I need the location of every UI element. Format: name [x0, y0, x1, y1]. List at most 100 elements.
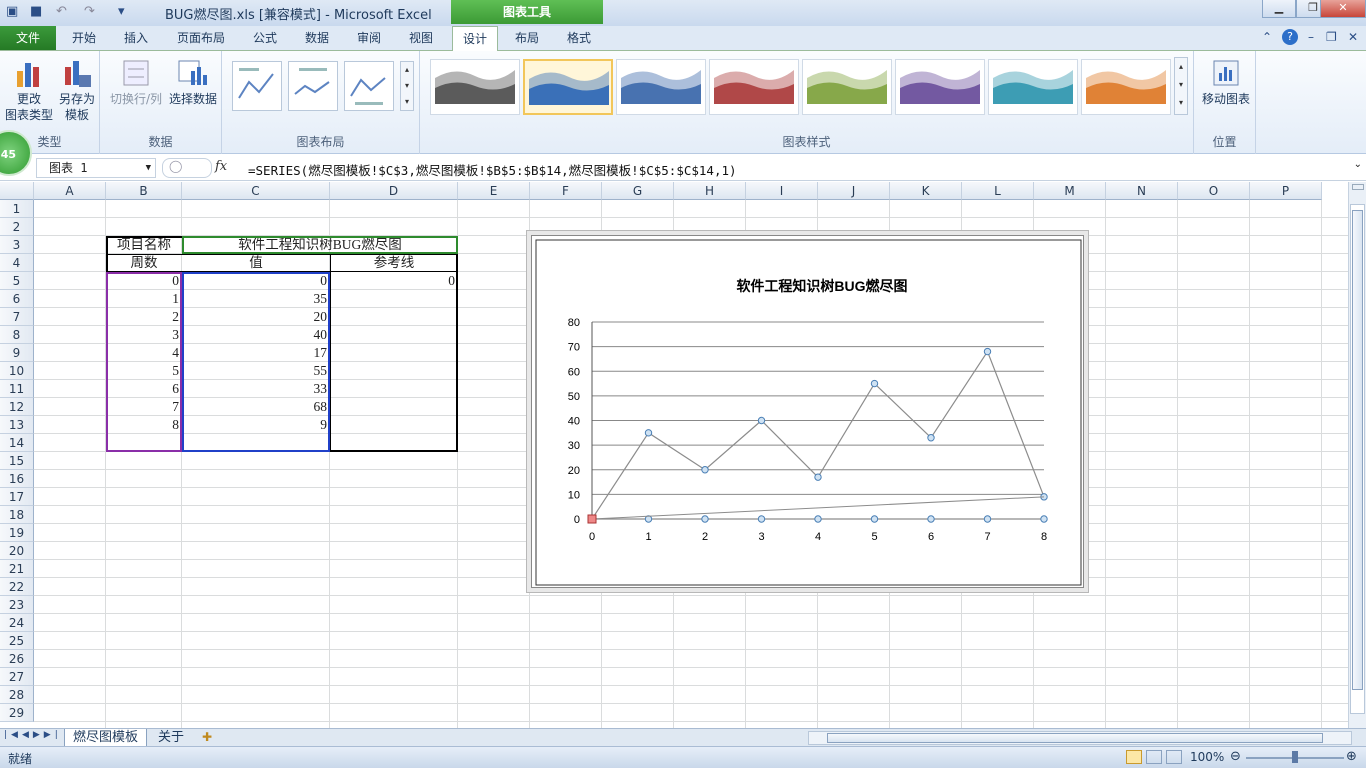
page-break-view-icon[interactable]: [1166, 750, 1182, 764]
select-all-corner[interactable]: [0, 182, 34, 200]
ribbon-collapse-icon[interactable]: ⌃: [1262, 30, 1272, 44]
zoom-slider-thumb[interactable]: [1292, 751, 1298, 763]
chart-style-7[interactable]: [988, 59, 1078, 115]
column-header-I[interactable]: I: [746, 182, 818, 200]
row-header-22[interactable]: 22: [0, 578, 34, 596]
tab-page-layout[interactable]: 页面布局: [170, 26, 232, 50]
row-header-7[interactable]: 7: [0, 308, 34, 326]
selected-point-marker[interactable]: [587, 514, 597, 524]
zoom-in-icon[interactable]: ⊕: [1346, 749, 1357, 764]
chart-title[interactable]: 软件工程知识树BUG燃尽图: [736, 278, 907, 294]
column-header-M[interactable]: M: [1034, 182, 1106, 200]
row-header-14[interactable]: 14: [0, 434, 34, 452]
data-point[interactable]: [870, 379, 879, 388]
column-header-H[interactable]: H: [674, 182, 746, 200]
data-point[interactable]: [757, 416, 766, 425]
normal-view-icon[interactable]: [1126, 750, 1142, 764]
tab-design[interactable]: 设计: [452, 26, 498, 51]
column-header-A[interactable]: A: [34, 182, 106, 200]
row-header-27[interactable]: 27: [0, 668, 34, 686]
row-header-29[interactable]: 29: [0, 704, 34, 722]
column-header-G[interactable]: G: [602, 182, 674, 200]
zoom-out-icon[interactable]: ⊖: [1230, 749, 1241, 764]
chart-style-8[interactable]: [1081, 59, 1171, 115]
row-header-25[interactable]: 25: [0, 632, 34, 650]
data-point[interactable]: [983, 515, 992, 523]
data-point[interactable]: [927, 434, 935, 442]
chart-style-4[interactable]: [709, 59, 799, 115]
column-header-C[interactable]: C: [182, 182, 330, 200]
help-icon[interactable]: ?: [1282, 29, 1298, 45]
tab-insert[interactable]: 插入: [112, 26, 160, 50]
horizontal-scrollbar[interactable]: [808, 731, 1352, 745]
switch-row-column-button[interactable]: 切换行/列: [106, 57, 166, 107]
doc-minimize-icon[interactable]: –: [1308, 30, 1314, 44]
doc-restore-icon[interactable]: ❐: [1326, 30, 1337, 44]
row-header-1[interactable]: 1: [0, 200, 34, 218]
vertical-scrollbar[interactable]: [1348, 182, 1366, 728]
scroll-thumb[interactable]: [1352, 210, 1363, 690]
h-scroll-thumb[interactable]: [827, 733, 1323, 743]
data-point[interactable]: [644, 429, 653, 437]
column-header-N[interactable]: N: [1106, 182, 1178, 200]
row-header-10[interactable]: 10: [0, 362, 34, 380]
row-header-24[interactable]: 24: [0, 614, 34, 632]
sheet-tab-burndown[interactable]: 燃尽图模板: [64, 729, 148, 747]
tab-format[interactable]: 格式: [556, 26, 602, 50]
close-button[interactable]: ✕: [1320, 0, 1366, 18]
tab-file[interactable]: 文件: [0, 26, 56, 50]
move-chart-button[interactable]: 移动图表: [1198, 57, 1254, 107]
row-header-6[interactable]: 6: [0, 290, 34, 308]
tab-review[interactable]: 审阅: [346, 26, 392, 50]
sheet-tab-about[interactable]: 关于: [150, 729, 192, 747]
save-as-template-button[interactable]: 另存为 模板: [52, 57, 102, 123]
column-header-F[interactable]: F: [530, 182, 602, 200]
row-header-23[interactable]: 23: [0, 596, 34, 614]
row-header-18[interactable]: 18: [0, 506, 34, 524]
chart-layout-2[interactable]: [288, 61, 338, 111]
column-header-L[interactable]: L: [962, 182, 1034, 200]
undo-icon[interactable]: ↶: [56, 4, 67, 19]
row-header-19[interactable]: 19: [0, 524, 34, 542]
row-header-4[interactable]: 4: [0, 254, 34, 272]
chart-style-1[interactable]: [430, 59, 520, 115]
save-icon[interactable]: ■: [30, 4, 42, 19]
tab-view[interactable]: 视图: [398, 26, 444, 50]
data-point[interactable]: [1040, 515, 1048, 523]
expand-formula-icon[interactable]: ⌄: [1354, 159, 1362, 170]
page-layout-view-icon[interactable]: [1146, 750, 1162, 764]
redo-icon[interactable]: ↷: [84, 4, 95, 19]
tab-data[interactable]: 数据: [294, 26, 340, 50]
row-header-8[interactable]: 8: [0, 326, 34, 344]
tab-home[interactable]: 开始: [60, 26, 108, 50]
chart-style-3[interactable]: [616, 59, 706, 115]
row-header-17[interactable]: 17: [0, 488, 34, 506]
row-header-9[interactable]: 9: [0, 344, 34, 362]
change-chart-type-button[interactable]: 更改 图表类型: [4, 57, 54, 123]
select-data-button[interactable]: 选择数据: [166, 57, 220, 107]
row-header-3[interactable]: 3: [0, 236, 34, 254]
split-handle[interactable]: [1352, 184, 1364, 190]
column-header-E[interactable]: E: [458, 182, 530, 200]
layout-scroll[interactable]: ▴ ▾ ▾: [400, 61, 414, 111]
styles-scroll[interactable]: ▴ ▾ ▾: [1174, 57, 1188, 115]
row-header-5[interactable]: 5: [0, 272, 34, 290]
tab-formulas[interactable]: 公式: [242, 26, 288, 50]
column-header-K[interactable]: K: [890, 182, 962, 200]
insert-sheet-icon[interactable]: ✚: [202, 730, 212, 744]
chart-style-6[interactable]: [895, 59, 985, 115]
row-header-13[interactable]: 13: [0, 416, 34, 434]
column-header-O[interactable]: O: [1178, 182, 1250, 200]
row-header-15[interactable]: 15: [0, 452, 34, 470]
row-header-2[interactable]: 2: [0, 218, 34, 236]
data-point[interactable]: [927, 515, 935, 523]
column-header-J[interactable]: J: [818, 182, 890, 200]
row-header-16[interactable]: 16: [0, 470, 34, 488]
column-header-P[interactable]: P: [1250, 182, 1322, 200]
row-header-11[interactable]: 11: [0, 380, 34, 398]
sheet-nav-arrows-icon[interactable]: |◀◀▶▶|: [4, 730, 62, 740]
formula-input[interactable]: =SERIES(燃尽图模板!$C$3,燃尽图模板!$B$5:$B$14,燃尽图模…: [248, 160, 737, 179]
chart-style-2[interactable]: [523, 59, 613, 115]
chart-layout-3[interactable]: [344, 61, 394, 111]
chart-object[interactable]: 软件工程知识树BUG燃尽图 0 10 20 30 40 50 60 70 80 0 1 2 3 4 5 6 7 8: [531, 235, 1084, 588]
